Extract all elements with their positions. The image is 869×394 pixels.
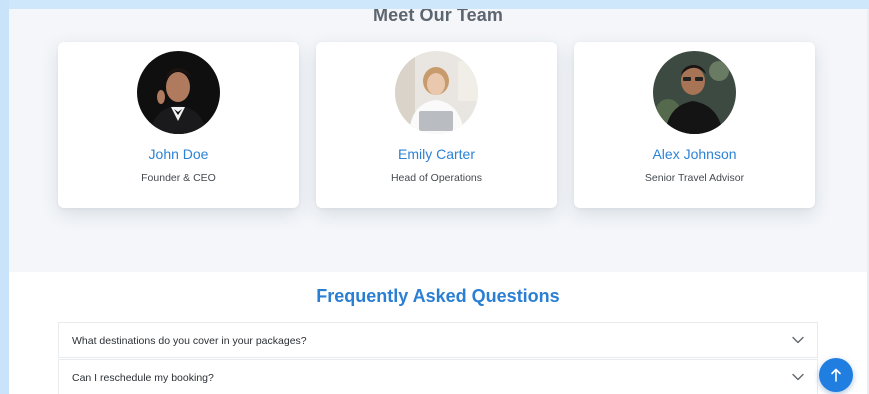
faq-question: What destinations do you cover in your p… — [72, 335, 307, 347]
member-role: Senior Travel Advisor — [644, 172, 745, 184]
member-name: Alex Johnson — [652, 146, 737, 162]
faq-item[interactable]: What destinations do you cover in your p… — [58, 322, 818, 358]
page-content: Meet Our Team John Doe Founder & CEO Emi… — [9, 9, 867, 394]
member-name: John Doe — [148, 146, 209, 162]
faq-question: Can I reschedule my booking? — [72, 372, 214, 384]
window-frame-top — [0, 0, 869, 9]
faq-section-title: Frequently Asked Questions — [316, 286, 560, 306]
team-card-emily-carter: Emily Carter Head of Operations — [316, 42, 557, 208]
avatar-photo — [653, 51, 736, 134]
arrow-up-icon — [831, 368, 841, 382]
faq-item[interactable]: Can I reschedule my booking? — [58, 359, 818, 394]
avatar-photo — [395, 51, 478, 134]
team-section: Meet Our Team John Doe Founder & CEO Emi… — [9, 9, 867, 272]
member-role: Head of Operations — [390, 172, 483, 184]
team-section-title: Meet Our Team — [373, 9, 503, 25]
team-card-alex-johnson: Alex Johnson Senior Travel Advisor — [574, 42, 815, 208]
scroll-to-top-button[interactable] — [819, 358, 853, 392]
window-frame-left — [0, 0, 9, 394]
member-name: Emily Carter — [397, 146, 475, 162]
team-card-john-doe: John Doe Founder & CEO — [58, 42, 299, 208]
member-role: Founder & CEO — [141, 172, 216, 184]
chevron-down-icon[interactable] — [791, 371, 805, 383]
chevron-down-icon[interactable] — [791, 334, 805, 346]
avatar-photo — [137, 51, 220, 134]
